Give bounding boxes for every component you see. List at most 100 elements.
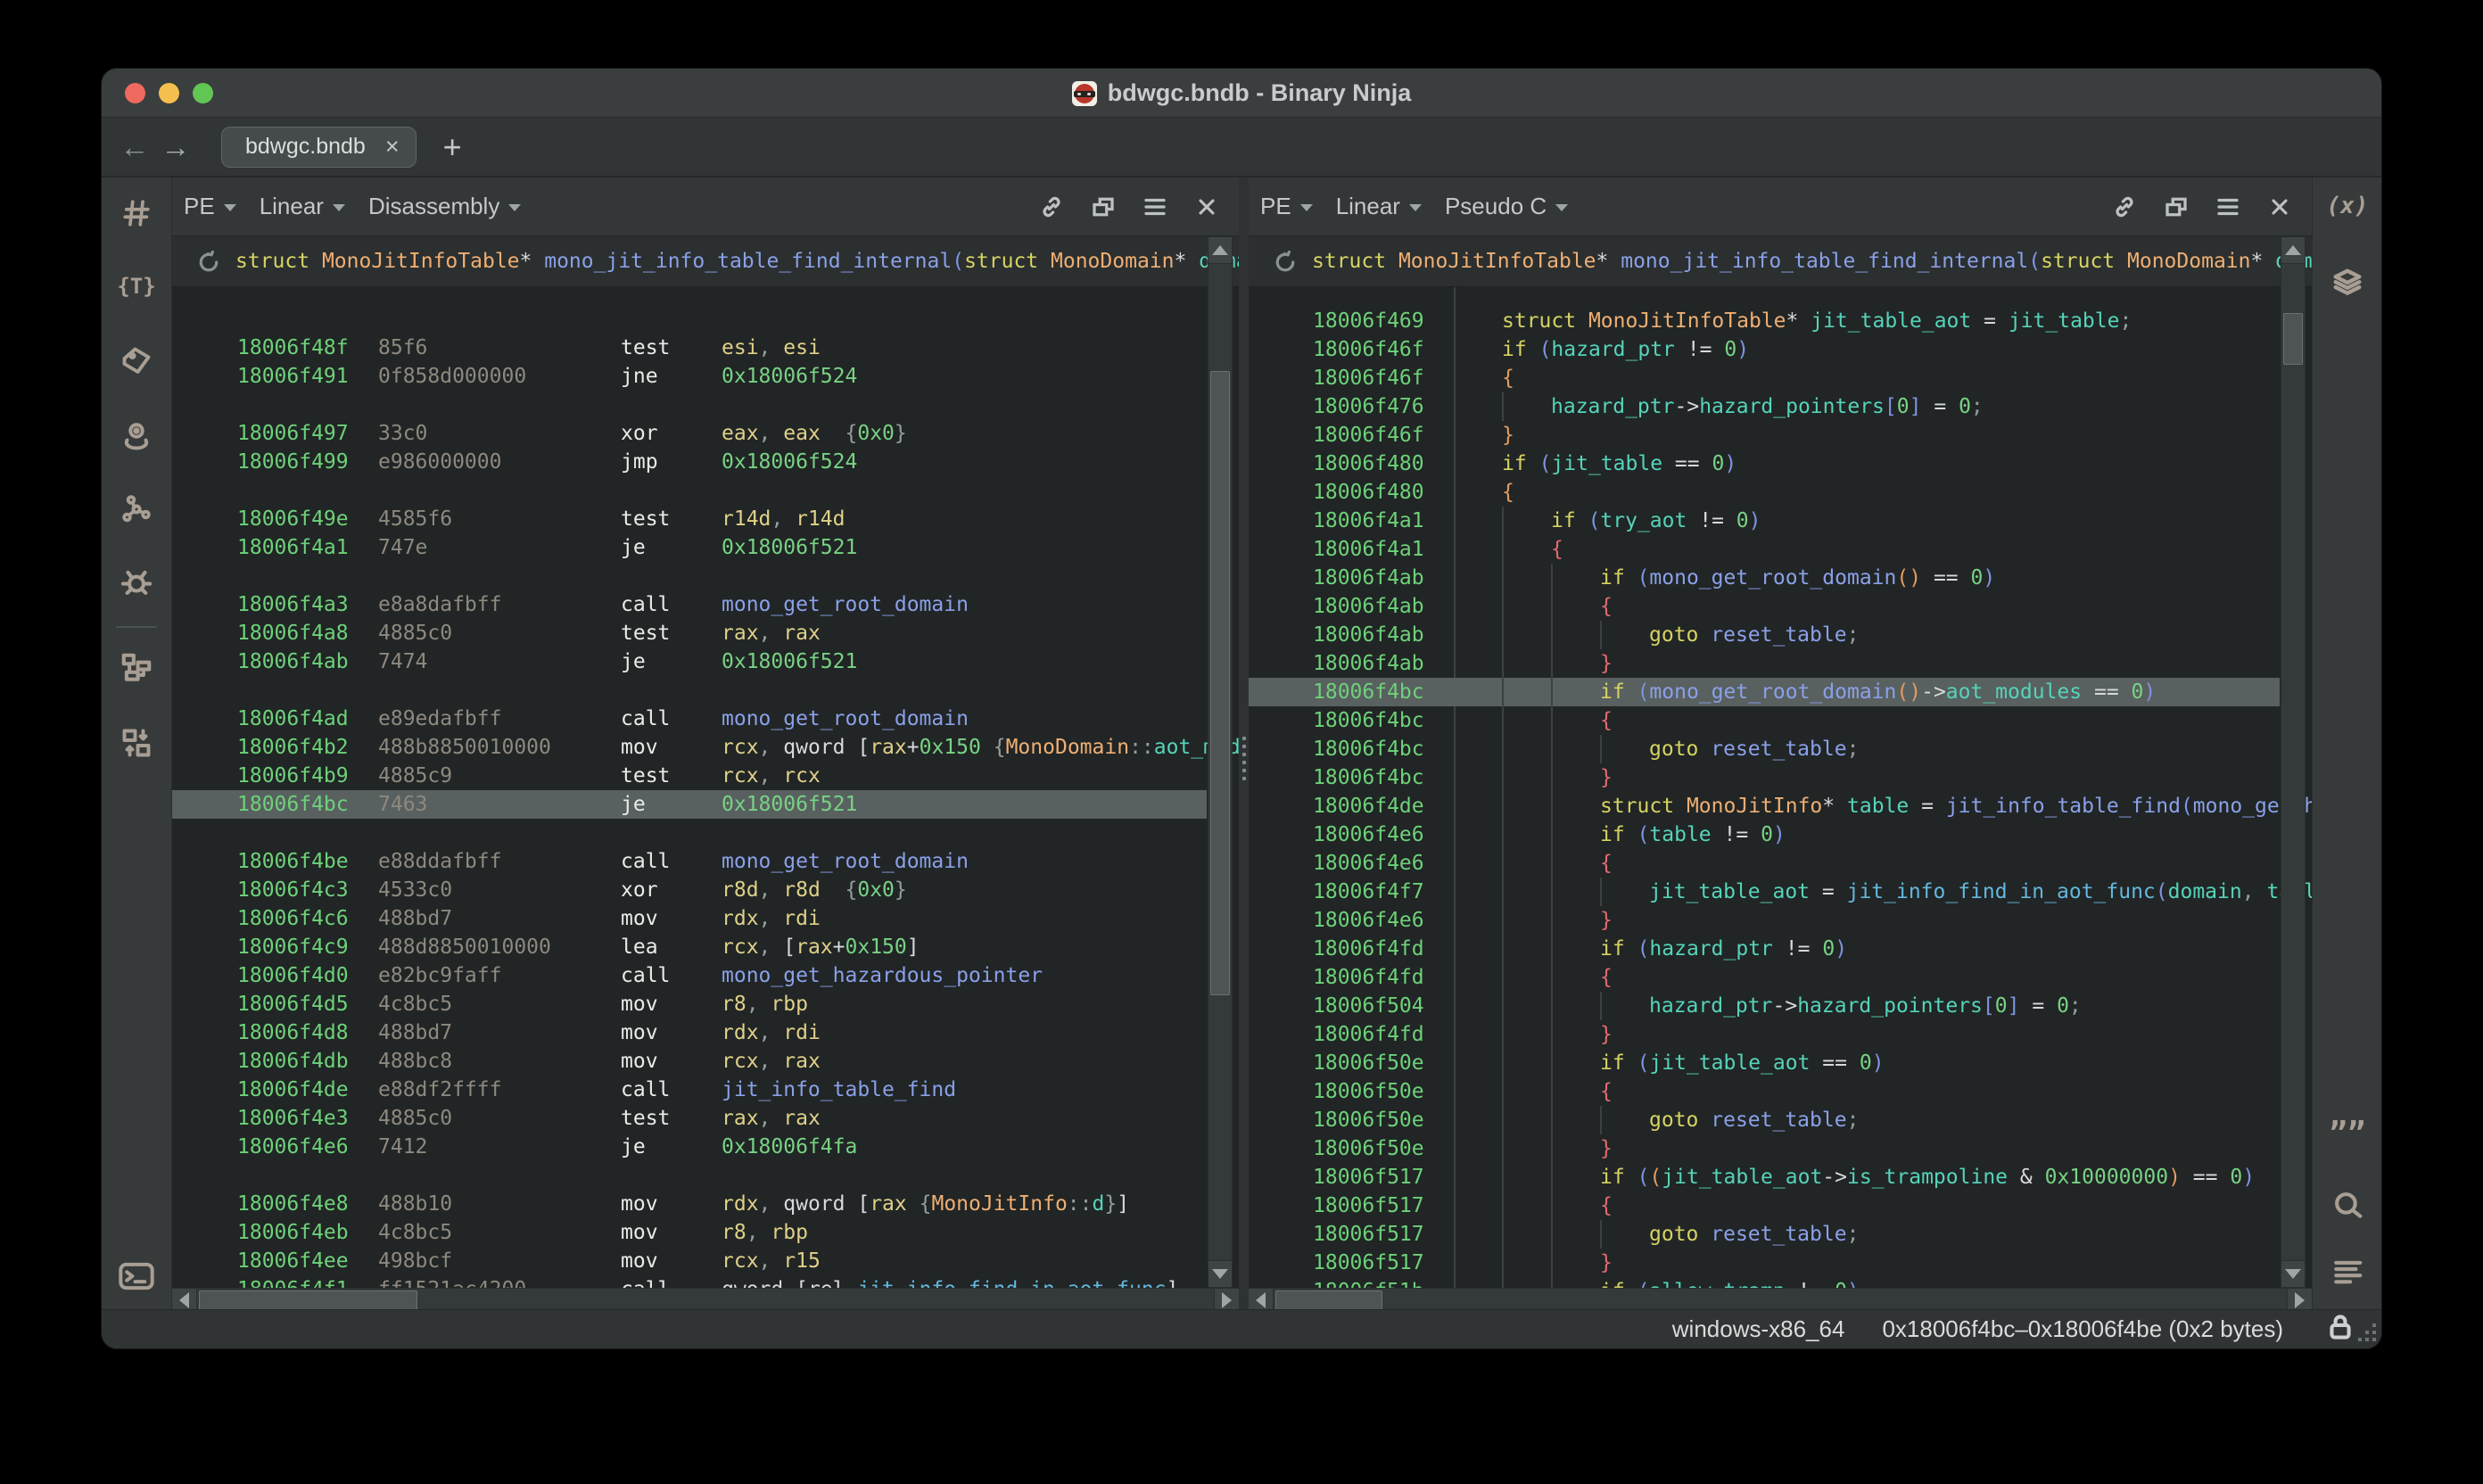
function-signature-bar[interactable]: struct MonoJitInfoTable* mono_jit_info_t… <box>172 236 1239 287</box>
cross-references-icon[interactable] <box>117 490 156 529</box>
disassembly-line[interactable]: 18006f4a1 747e je 0x18006f521 <box>172 533 1207 562</box>
scrollbar-thumb[interactable] <box>2283 313 2303 365</box>
link-icon[interactable] <box>2110 193 2139 221</box>
disassembly-line[interactable] <box>172 476 1207 505</box>
pseudo-c-line[interactable]: 18006f50e} <box>1249 1134 2280 1163</box>
disassembly-line[interactable]: 18006f4d0 e82bc9faff call mono_get_hazardou… <box>172 961 1207 990</box>
pseudo-c-line[interactable]: 18006f4e6} <box>1249 906 2280 935</box>
disassembly-line[interactable] <box>172 562 1207 590</box>
pseudo-c-line[interactable]: 18006f4ab{ <box>1249 592 2280 621</box>
scrollbar-thumb[interactable] <box>1210 371 1230 995</box>
disassembly-line[interactable]: 18006f4e8 488b10 mov rdx, qword [rax {MonoJ… <box>172 1190 1207 1218</box>
pseudo-c-line[interactable]: 18006f4ab if (mono_get_root_domain() == 0… <box>1249 564 2280 592</box>
pseudo-c-line[interactable]: 18006f46f} <box>1249 421 2280 449</box>
pseudo-c-line[interactable]: 18006f4f7 jit_table_aot = jit_info_find_i… <box>1249 878 2312 906</box>
pseudo-c-line[interactable]: 18006f50e{ <box>1249 1077 2280 1106</box>
disassembly-line[interactable]: 18006f491 0f858d000000 jne 0x18006f524 <box>172 362 1207 391</box>
memory-map-icon[interactable] <box>117 416 156 456</box>
menu-icon[interactable] <box>1141 193 1169 221</box>
scroll-up-arrow[interactable] <box>1209 237 1232 264</box>
pseudo-c-line[interactable]: 18006f4bc if (mono_get_root_domain()->aot… <box>1249 678 2280 706</box>
disassembly-line[interactable]: 18006f4db 488bc8 mov rcx, rax <box>172 1047 1207 1076</box>
pseudo-c-line[interactable]: 18006f517} <box>1249 1249 2280 1277</box>
scroll-down-arrow[interactable] <box>1209 1260 1232 1287</box>
divider-drag-handle[interactable] <box>1242 732 1246 785</box>
scroll-up-arrow[interactable] <box>2281 237 2305 264</box>
pseudo-c-line[interactable]: 18006f4e6 if (table != 0) <box>1249 820 2280 849</box>
disassembly-line[interactable]: 18006f4a3 e8a8dafbff call mono_get_root_dom… <box>172 590 1207 619</box>
vertical-scrollbar[interactable] <box>1208 236 1233 1288</box>
pseudo-c-line[interactable]: 18006f51bif (allow_tramp != 0) <box>1249 1277 2280 1288</box>
horizontal-scrollbar[interactable] <box>1249 1288 2312 1312</box>
lock-icon[interactable] <box>2328 1314 2353 1345</box>
disassembly-line[interactable]: 18006f4eb 4c8bc5 mov r8, rbp <box>172 1218 1207 1247</box>
tab-close-icon[interactable]: × <box>385 133 400 161</box>
scroll-down-arrow[interactable] <box>2281 1260 2305 1287</box>
view-type-dropdown[interactable]: PE <box>1260 193 1313 220</box>
disassembly-line[interactable]: 18006f4de e88df2ffff call jit_info_table_fi… <box>172 1076 1207 1104</box>
console-terminal-icon[interactable] <box>117 1257 156 1296</box>
scrollbar-thumb[interactable] <box>199 1290 417 1310</box>
disassembly-line[interactable]: 18006f4c9 488d8850010000 lea rcx, [rax+0x15… <box>172 933 1207 961</box>
pseudo-c-line[interactable]: 18006f517{ <box>1249 1191 2280 1220</box>
split-view-icon[interactable] <box>2162 193 2190 221</box>
pseudo-c-line[interactable]: 18006f46f if (hazard_ptr != 0) <box>1249 335 2280 364</box>
disassembly-line[interactable]: 18006f4bc 7463 je 0x18006f521 <box>172 790 1207 819</box>
il-dropdown[interactable]: Pseudo C <box>1445 193 1569 220</box>
symbols-hash-icon[interactable] <box>117 194 156 233</box>
disassembly-line[interactable]: 18006f4ab 7474 je 0x18006f521 <box>172 647 1207 676</box>
stack-view-icon[interactable] <box>117 723 156 763</box>
variables-icon[interactable]: (x) <box>2327 186 2369 226</box>
types-icon[interactable]: {T} <box>117 267 156 306</box>
disassembly-line[interactable] <box>172 305 1207 334</box>
find-icon[interactable] <box>2328 1185 2367 1224</box>
disassembly-line[interactable]: 18006f499 e986000000 jmp 0x18006f524 <box>172 448 1207 476</box>
pseudo-c-line[interactable]: 18006f46f{ <box>1249 364 2280 392</box>
stack-layers-icon[interactable] <box>2328 263 2367 302</box>
disassembly-line[interactable]: 18006f4d5 4c8bc5 mov r8, rbp <box>172 990 1207 1018</box>
disassembly-line[interactable]: 18006f4f1ff1521ac4200callqword [rel jit_… <box>172 1275 1207 1288</box>
disassembly-line[interactable]: 18006f4ad e89edafbff call mono_get_root_dom… <box>172 705 1207 733</box>
disassembly-line[interactable]: 18006f49e 4585f6 test r14d, r14d <box>172 505 1207 533</box>
pseudo-c-line[interactable]: 18006f4a1{ <box>1249 535 2280 564</box>
disassembly-line[interactable]: 18006f4b2 488b8850010000 mov rcx, qword [ra… <box>172 733 1239 762</box>
disassembly-line[interactable] <box>172 391 1207 419</box>
resize-grip[interactable] <box>2356 1322 2376 1341</box>
pseudo-c-line[interactable]: 18006f4bc{ <box>1249 706 2280 735</box>
disassembly-line[interactable] <box>172 819 1207 847</box>
new-tab-button[interactable]: + <box>443 128 462 166</box>
pseudo-c-line[interactable]: 18006f480{ <box>1249 478 2280 507</box>
close-pane-icon[interactable] <box>2265 193 2294 221</box>
strings-quotes-icon[interactable]: ”” <box>2328 1114 2367 1153</box>
debugger-bug-icon[interactable] <box>117 563 156 602</box>
disassembly-line[interactable]: 18006f48f 85f6 test esi, esi <box>172 334 1207 362</box>
pseudo-c-line[interactable]: 18006f4e6{ <box>1249 849 2280 878</box>
disassembly-line[interactable]: 18006f4c3 4533c0 xor r8d, r8d {0x0} <box>172 876 1207 904</box>
pseudo-c-line[interactable]: 18006f4ab goto reset_table; <box>1249 621 2280 649</box>
pseudo-c-line[interactable]: 18006f504 hazard_ptr->hazard_pointers[0] … <box>1249 992 2280 1020</box>
pseudo-c-line[interactable]: 18006f50e goto reset_table; <box>1249 1106 2280 1134</box>
disassembly-line[interactable]: 18006f497 33c0 xor eax, eax {0x0} <box>172 419 1207 448</box>
disassembly-line[interactable]: 18006f4e3 4885c0 test rax, rax <box>172 1104 1207 1133</box>
pseudo-c-line[interactable]: 18006f50e if (jit_table_aot == 0) <box>1249 1049 2280 1077</box>
pseudo-c-line[interactable]: 18006f517 goto reset_table; <box>1249 1220 2280 1249</box>
menu-icon[interactable] <box>2214 193 2242 221</box>
split-view-icon[interactable] <box>1089 193 1118 221</box>
reload-icon[interactable] <box>1272 249 1299 280</box>
horizontal-scrollbar[interactable] <box>172 1288 1239 1312</box>
function-signature-bar[interactable]: struct MonoJitInfoTable* mono_jit_info_t… <box>1249 236 2312 287</box>
disassembly-line[interactable]: 18006f4d8 488bd7 mov rdx, rdi <box>172 1018 1207 1047</box>
view-type-dropdown[interactable]: PE <box>184 193 236 220</box>
pseudo-c-line[interactable]: 18006f4fd if (hazard_ptr != 0) <box>1249 935 2280 963</box>
vertical-scrollbar[interactable] <box>2281 236 2306 1288</box>
forward-arrow-icon[interactable]: → <box>155 130 196 164</box>
link-icon[interactable] <box>1037 193 1066 221</box>
disassembly-line[interactable] <box>172 676 1207 705</box>
disassembly-line[interactable] <box>172 1161 1207 1190</box>
pseudo-c-line[interactable]: 18006f4a1 if (try_aot != 0) <box>1249 507 2280 535</box>
pseudo-c-line[interactable]: 18006f476 hazard_ptr->hazard_pointers[0] … <box>1249 392 2280 421</box>
back-arrow-icon[interactable]: ← <box>114 130 155 164</box>
layout-dropdown[interactable]: Linear <box>260 193 345 220</box>
pseudo-c-line[interactable]: 18006f4de struct MonoJitInfo* table = jit… <box>1249 792 2312 820</box>
pseudo-c-line[interactable]: 18006f4bc goto reset_table; <box>1249 735 2280 763</box>
